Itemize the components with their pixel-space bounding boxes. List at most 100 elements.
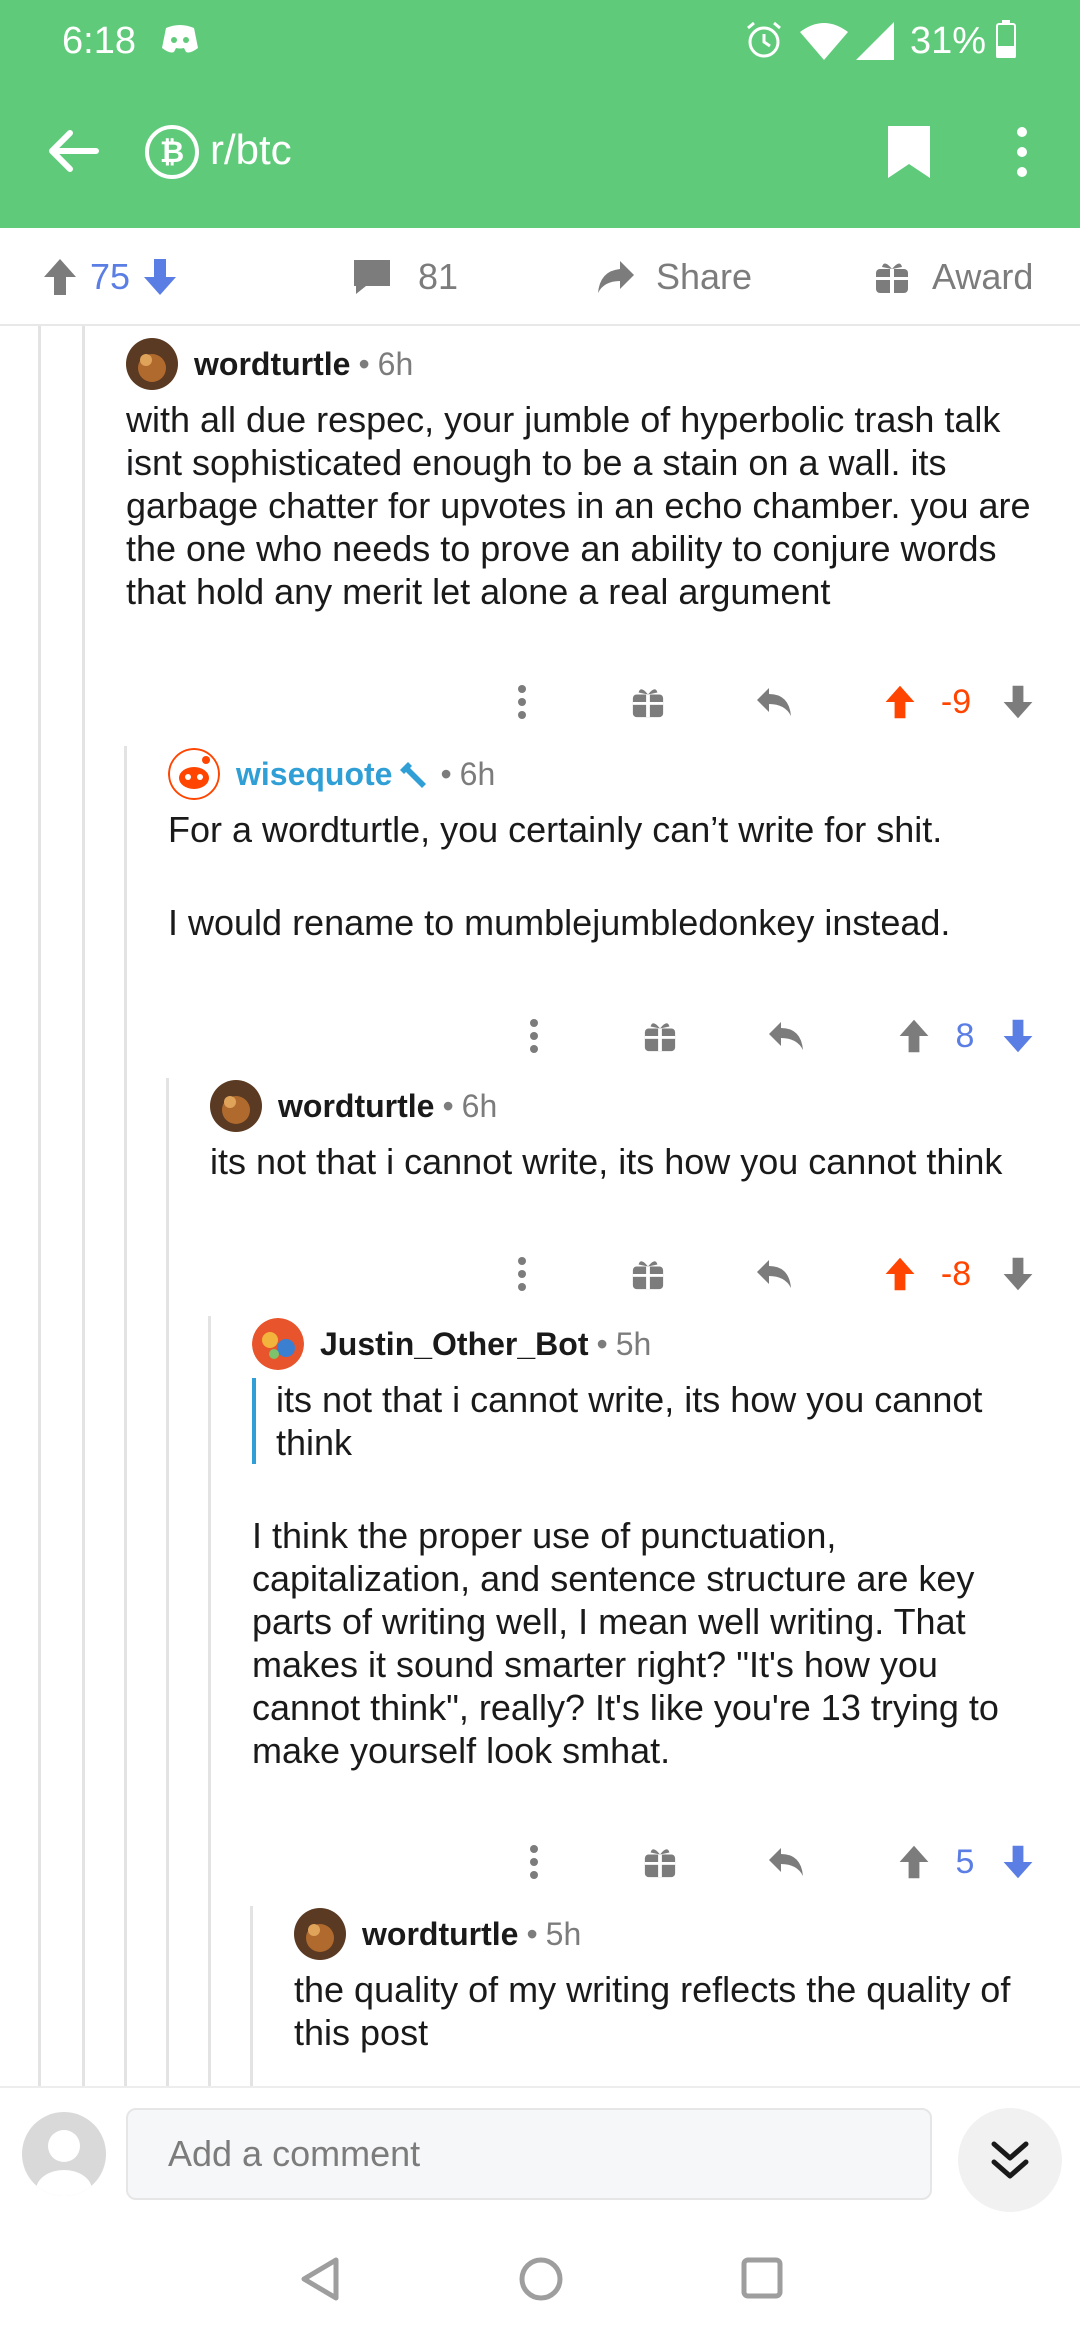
more-options-icon[interactable] — [522, 1832, 546, 1892]
award-label: Award — [932, 256, 1034, 297]
status-bar: 6:18 31% — [0, 0, 1080, 80]
upvote-icon[interactable] — [42, 257, 78, 297]
separator-dot: • — [358, 345, 370, 382]
comments-count: 81 — [418, 256, 459, 297]
comment-score: 8 — [955, 1016, 975, 1055]
thread-line[interactable] — [250, 1906, 253, 2086]
comment-author[interactable]: wordturtle — [278, 1088, 434, 1125]
upvote-icon[interactable] — [894, 1006, 934, 1066]
comment: wordturtle • 6h with all due respec, you… — [126, 336, 1046, 613]
comment-actions: 5 — [0, 1832, 1080, 1892]
home-nav-icon[interactable] — [518, 2256, 564, 2302]
downvote-icon[interactable] — [998, 1006, 1038, 1066]
reply-icon[interactable] — [766, 1006, 806, 1066]
avatar[interactable] — [252, 1318, 304, 1370]
separator-dot: • — [440, 755, 452, 792]
downvote-icon[interactable] — [998, 672, 1038, 732]
comment-age: 6h — [459, 755, 496, 792]
separator-dot: • — [526, 1915, 538, 1952]
comment-age: 5h — [615, 1325, 652, 1362]
battery-icon — [996, 20, 1016, 58]
upvote-icon[interactable] — [894, 1832, 934, 1892]
downvote-icon[interactable] — [998, 1244, 1038, 1304]
downvote-icon[interactable] — [998, 1832, 1038, 1892]
share-button[interactable]: Share — [596, 256, 752, 298]
more-options-icon[interactable] — [522, 1006, 546, 1066]
comment-text: For a wordturtle, you certainly can’t wr… — [168, 809, 943, 850]
comment-text: I would rename to mumblejumbledonkey ins… — [168, 902, 951, 943]
double-chevron-down-icon — [991, 2141, 1029, 2179]
more-options-icon[interactable] — [1010, 124, 1034, 180]
upvote-icon[interactable] — [880, 672, 920, 732]
comment-author[interactable]: wisequote — [236, 756, 392, 793]
avatar[interactable] — [168, 748, 220, 800]
comment-text: with all due respec, your jumble of hype… — [126, 399, 1031, 612]
comment: wisequote • 6h For a wordturtle, you cer… — [168, 746, 1048, 944]
comment-actions: 8 — [0, 1006, 1080, 1066]
thread-line[interactable] — [208, 1316, 211, 2086]
gift-icon[interactable] — [630, 672, 666, 732]
back-nav-icon[interactable] — [298, 2256, 342, 2302]
comment-age: 6h — [377, 345, 414, 382]
comment: wordturtle • 5h the quality of my writin… — [294, 1906, 1054, 2054]
svg-text:₿: ₿ — [160, 136, 184, 169]
post-vote-group: 75 — [42, 256, 178, 298]
downvote-icon[interactable] — [142, 257, 178, 297]
post-action-bar: 75 81 Share Award — [0, 228, 1080, 326]
comment-body: For a wordturtle, you certainly can’t wr… — [168, 808, 1048, 944]
avatar[interactable] — [210, 1080, 262, 1132]
recents-nav-icon[interactable] — [740, 2256, 784, 2300]
avatar[interactable] — [294, 1908, 346, 1960]
comments-count-button[interactable]: 81 — [352, 256, 458, 298]
subreddit-name[interactable]: r/btc — [210, 126, 292, 174]
add-comment-input[interactable]: Add a comment — [126, 2108, 932, 2200]
comment: Justin_Other_Bot • 5h its not that i can… — [252, 1316, 1052, 1772]
upvote-icon[interactable] — [880, 1244, 920, 1304]
comment-text: the quality of my writing reflects the q… — [294, 1969, 1011, 2053]
comment-author[interactable]: Justin_Other_Bot — [320, 1326, 588, 1363]
alarm-icon — [747, 21, 781, 58]
wifi-icon — [800, 23, 848, 60]
comment-composer: Add a comment — [0, 2086, 1080, 2218]
comment-author[interactable]: wordturtle — [362, 1916, 518, 1953]
reply-icon[interactable] — [754, 672, 794, 732]
comment-text: its not that i cannot write, its how you… — [210, 1141, 1003, 1182]
battery-percent: 31% — [910, 20, 987, 62]
more-options-icon[interactable] — [510, 672, 534, 732]
quote-block: its not that i cannot write, its how you… — [252, 1378, 1052, 1464]
avatar[interactable] — [126, 338, 178, 390]
subreddit-bitcoin-icon[interactable]: ₿ — [144, 124, 200, 180]
status-time: 6:18 — [62, 20, 136, 62]
comment-body: its not that i cannot write, its how you… — [210, 1140, 1050, 1183]
gift-icon[interactable] — [630, 1244, 666, 1304]
more-options-icon[interactable] — [510, 1244, 534, 1304]
user-avatar[interactable] — [22, 2112, 106, 2196]
gift-icon[interactable] — [642, 1832, 678, 1892]
thread-line[interactable] — [38, 326, 41, 2086]
signal-icon — [856, 22, 894, 60]
toolbar: ₿ r/btc — [0, 80, 1080, 228]
share-arrow-icon — [598, 261, 634, 293]
comment-age: 5h — [545, 1915, 582, 1952]
next-comment-button[interactable] — [958, 2108, 1062, 2212]
gift-icon[interactable] — [642, 1006, 678, 1066]
comment-body: the quality of my writing reflects the q… — [294, 1968, 1054, 2054]
separator-dot: • — [596, 1325, 608, 1362]
comment-actions: -8 — [0, 1244, 1080, 1304]
bookmark-icon[interactable] — [886, 124, 932, 180]
thread-line[interactable] — [82, 326, 85, 2086]
share-label: Share — [656, 256, 753, 297]
reply-icon[interactable] — [754, 1244, 794, 1304]
post-score: 75 — [90, 256, 131, 297]
reply-icon[interactable] — [766, 1832, 806, 1892]
comment-author[interactable]: wordturtle — [194, 346, 350, 383]
back-arrow-icon[interactable] — [46, 124, 100, 178]
award-button[interactable]: Award — [874, 256, 1033, 298]
comment-body: with all due respec, your jumble of hype… — [126, 398, 1046, 613]
comment-score: 5 — [955, 1842, 975, 1881]
comment-age: 6h — [461, 1087, 498, 1124]
comment-actions: -9 — [0, 672, 1080, 732]
thread-line[interactable] — [166, 1078, 169, 2086]
separator-dot: • — [442, 1087, 454, 1124]
comment-body: its not that i cannot write, its how you… — [252, 1378, 1052, 1772]
